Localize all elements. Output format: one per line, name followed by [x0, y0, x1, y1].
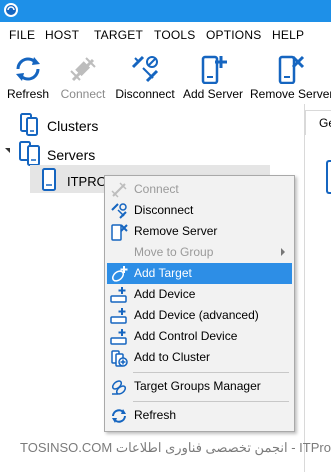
server-icon: [42, 168, 56, 191]
ctx-add-control-device[interactable]: Add Control Device: [107, 326, 292, 347]
ctx-separator: [133, 401, 289, 402]
tree-item-servers[interactable]: Servers: [18, 141, 128, 167]
ctx-add-to-cluster-label: Add to Cluster: [134, 350, 211, 364]
disconnect-button[interactable]: Disconnect: [113, 46, 177, 104]
ctx-target-groups-manager-label: Target Groups Manager: [134, 379, 261, 393]
connect-button[interactable]: Connect: [56, 46, 110, 104]
add-device-icon: [110, 287, 127, 303]
app-icon: [4, 3, 18, 17]
ctx-remove-server[interactable]: Remove Server: [107, 221, 292, 242]
ctx-disconnect[interactable]: Disconnect: [107, 200, 292, 221]
details-panel: [304, 104, 331, 472]
servers-expander-icon[interactable]: [5, 148, 10, 153]
remove-server-icon: [111, 224, 128, 241]
ctx-add-target-label: Add Target: [134, 266, 192, 280]
ctx-add-device[interactable]: Add Device: [107, 284, 292, 305]
clusters-label: Clusters: [47, 118, 99, 134]
menu-target[interactable]: TARGET: [94, 28, 143, 42]
add-server-button[interactable]: Add Server: [182, 46, 244, 104]
connect-icon: [70, 57, 96, 82]
clusters-icon: [20, 113, 38, 136]
disconnect-icon: [131, 55, 159, 83]
toolbar: Refresh Connect Disconnect Add Server Re…: [0, 46, 331, 104]
refresh-icon: [16, 57, 40, 81]
tree-item-clusters[interactable]: Clusters: [18, 113, 128, 139]
add-server-label: Add Server: [182, 87, 244, 101]
add-to-cluster-icon: [111, 350, 128, 367]
add-server-icon: [201, 55, 227, 84]
ctx-add-device-label: Add Device: [134, 287, 196, 301]
panel-device-icon: [326, 160, 331, 194]
remove-server-button[interactable]: Remove Server: [250, 46, 331, 104]
refresh-button[interactable]: Refresh: [4, 46, 52, 104]
target-groups-manager-icon: [111, 380, 127, 395]
servers-icon: [19, 141, 40, 166]
servers-label: Servers: [47, 147, 96, 163]
remove-server-label: Remove Server: [250, 87, 331, 101]
disconnect-label: Disconnect: [115, 87, 175, 101]
ctx-move-to-group[interactable]: Move to Group: [107, 242, 292, 263]
ctx-refresh[interactable]: Refresh: [107, 405, 292, 426]
ctx-add-device-advanced-label: Add Device (advanced): [134, 308, 259, 322]
refresh-label: Refresh: [6, 87, 50, 101]
ctx-connect-label: Connect: [134, 182, 179, 196]
ctx-add-device-advanced[interactable]: Add Device (advanced): [107, 305, 292, 326]
disconnect-icon: [111, 203, 127, 219]
connect-icon: [111, 182, 127, 198]
watermark: TOSINSO.COM انجمن تخصصی فناوری اطلاعات -…: [20, 440, 331, 455]
ctx-add-target[interactable]: Add Target: [107, 263, 292, 284]
menu-help[interactable]: HELP: [272, 28, 304, 42]
add-target-icon: [111, 266, 128, 282]
connect-label: Connect: [60, 87, 106, 101]
remove-server-icon: [278, 55, 305, 84]
menu-host[interactable]: HOST: [45, 28, 79, 42]
ctx-add-to-cluster[interactable]: Add to Cluster: [107, 347, 292, 368]
add-control-device-icon: [110, 329, 127, 345]
ctx-target-groups-manager[interactable]: Target Groups Manager: [107, 376, 292, 397]
ctx-connect[interactable]: Connect: [107, 179, 292, 200]
menu-tools[interactable]: TOOLS: [154, 28, 195, 42]
submenu-arrow-icon: [281, 248, 285, 256]
tab-general[interactable]: Ge: [305, 110, 331, 135]
ctx-refresh-label: Refresh: [134, 408, 177, 422]
ctx-move-to-group-label: Move to Group: [134, 245, 214, 259]
title-bar: [0, 0, 331, 22]
ctx-remove-server-label: Remove Server: [134, 224, 218, 238]
tab-general-label: Ge: [319, 116, 331, 130]
ctx-disconnect-label: Disconnect: [134, 203, 194, 217]
add-device-advanced-icon: [110, 308, 127, 324]
ctx-separator: [133, 372, 289, 373]
server-label: ITPRO: [67, 174, 107, 189]
context-menu: Connect Disconnect Remove Server Move to…: [104, 175, 295, 432]
ctx-add-control-device-label: Add Control Device: [134, 329, 238, 343]
menu-bar: FILE HOST TARGET TOOLS OPTIONS HELP: [0, 22, 331, 46]
refresh-icon: [112, 409, 126, 423]
menu-options[interactable]: OPTIONS: [206, 28, 261, 42]
menu-file[interactable]: FILE: [9, 28, 35, 42]
